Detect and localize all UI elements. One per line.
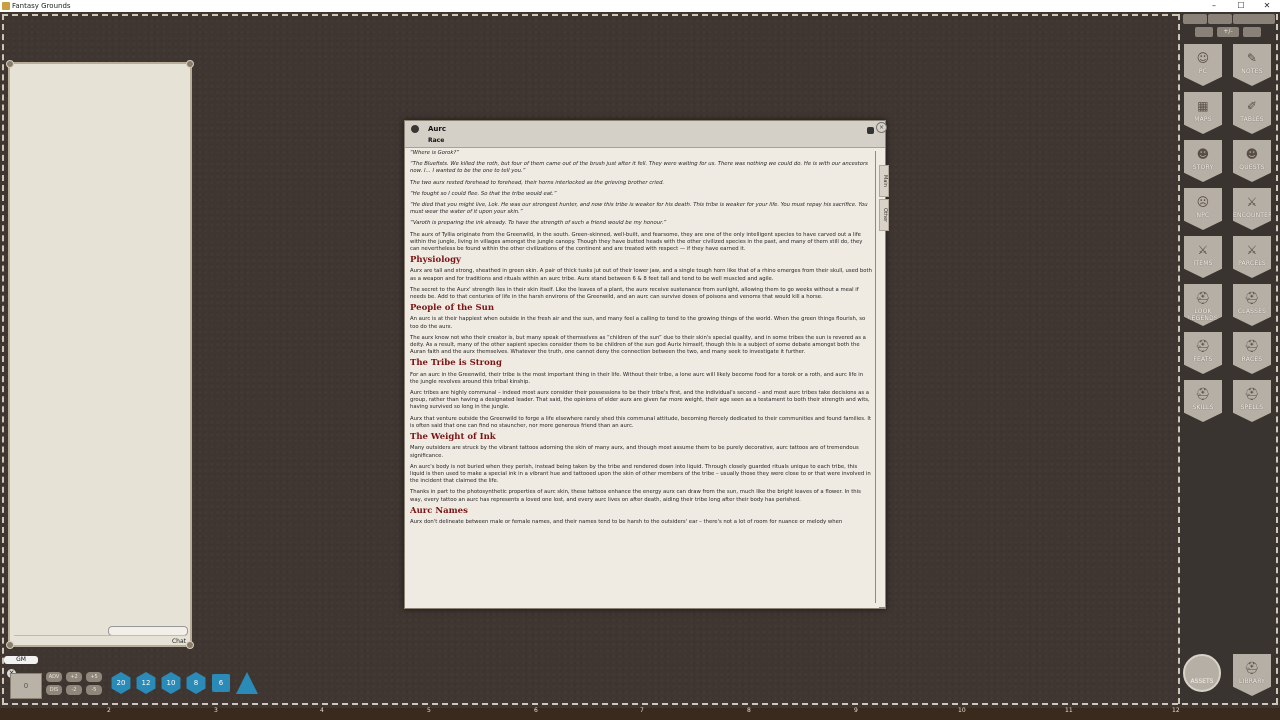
stitch-border-left xyxy=(2,14,4,704)
helmet-icon: ⛑ xyxy=(1195,387,1211,401)
ruler-number: 12 xyxy=(1172,707,1180,714)
section-paragraph: Thanks in part to the photosynthetic pro… xyxy=(410,489,861,503)
plus-five-button[interactable]: +5 xyxy=(86,672,102,682)
items-sword-icon: ⚔ xyxy=(1197,243,1209,257)
close-window-button[interactable]: ✕ xyxy=(1256,0,1278,12)
quote-paragraph: “He died that you might live, Lok. He wa… xyxy=(410,202,868,216)
scrollbar[interactable] xyxy=(875,151,876,603)
section-paragraph: Aurx are tall and strong, sheathed in gr… xyxy=(410,268,872,282)
tab-main[interactable]: Main xyxy=(879,165,889,197)
quote-paragraph: “Where is Gorok?” xyxy=(410,150,460,156)
ruler-number: 9 xyxy=(854,707,858,714)
tool-icon[interactable] xyxy=(1208,14,1232,24)
tables-icon: ✐ xyxy=(1246,99,1258,113)
ruler-number: 6 xyxy=(534,707,538,714)
race-record-window[interactable]: Aurc Race × Main Other “Where is Gorok?”… xyxy=(404,120,889,609)
stitch-border-top xyxy=(2,14,1178,16)
ruler-number: 7 xyxy=(640,707,644,714)
assets-button[interactable]: ASSETS xyxy=(1183,654,1221,692)
npc-icon: ☹ xyxy=(1196,195,1210,209)
section-paragraph: Aurx don't delineate between male or fem… xyxy=(410,518,843,525)
section-heading: The Tribe is Strong xyxy=(410,358,502,369)
modifier-box[interactable]: 0 xyxy=(10,673,42,699)
modifier-toggle-button[interactable]: +/- xyxy=(1217,27,1239,37)
record-text: “Where is Gorok?” “The Bluefists. We kil… xyxy=(410,150,872,602)
gm-identity-tag[interactable]: GM xyxy=(4,656,38,664)
story-masks-icon: ☻ xyxy=(1196,147,1210,161)
ruler-number: 11 xyxy=(1065,707,1073,714)
advantage-button[interactable]: ADV xyxy=(46,672,62,682)
chat-corner-icon xyxy=(6,60,14,68)
quote-paragraph: “The Bluefists. We killed the roth, but … xyxy=(410,161,868,175)
section-paragraph: For an aurc in the Greenwild, their trib… xyxy=(410,371,864,385)
pc-icon: ☺ xyxy=(1196,51,1210,65)
window-title: Fantasy Grounds xyxy=(12,2,71,10)
close-icon[interactable]: × xyxy=(876,122,887,133)
minus-five-button[interactable]: -5 xyxy=(86,685,102,695)
helmet-icon: ⛑ xyxy=(1244,387,1260,401)
helmet-icon: ⛑ xyxy=(1195,291,1211,305)
section-paragraph: An aurc is at their happiest when outsid… xyxy=(410,316,866,330)
maps-icon: ▦ xyxy=(1197,99,1209,113)
chat-mode-label[interactable]: Chat xyxy=(14,635,186,647)
quote-paragraph: The two aurx rested forehead to forehead… xyxy=(410,179,665,186)
section-heading: People of the Sun xyxy=(410,303,495,314)
maximize-button[interactable]: ☐ xyxy=(1230,0,1252,12)
ruler-number: 8 xyxy=(747,707,751,714)
chat-corner-icon xyxy=(6,641,14,649)
ruler-number: 2 xyxy=(107,707,111,714)
chat-corner-icon xyxy=(186,641,194,649)
link-icon[interactable] xyxy=(411,125,419,133)
minimize-button[interactable]: – xyxy=(1203,0,1225,12)
chat-corner-icon xyxy=(186,60,194,68)
stitch-border-bottom xyxy=(2,703,1278,705)
resize-handle[interactable] xyxy=(879,601,886,608)
quests-masks-icon: ☻ xyxy=(1245,147,1259,161)
record-header: Aurc Race × xyxy=(405,121,887,148)
chat-window[interactable] xyxy=(6,60,194,649)
window-titlebar: Fantasy Grounds – ☐ ✕ xyxy=(0,0,1280,12)
minus-two-button[interactable]: -2 xyxy=(66,685,82,695)
section-paragraph: An aurc's body is not buried when they p… xyxy=(410,463,871,485)
stitch-border-right xyxy=(1178,14,1180,704)
record-type: Race xyxy=(428,137,445,144)
ruler-number: 3 xyxy=(214,707,218,714)
tool-icon[interactable] xyxy=(1183,14,1207,24)
quote-paragraph: “Varoth is preparing the ink already. To… xyxy=(410,220,667,227)
section-paragraph: The secret to the Aurx' strength lies in… xyxy=(410,286,859,301)
section-heading: The Weight of Ink xyxy=(410,432,496,443)
intro-paragraph: The aurx of Tyllia originate from the Gr… xyxy=(410,231,863,253)
library-icon: ⛑ xyxy=(1244,661,1260,675)
d6-die-icon[interactable]: 6 xyxy=(212,674,230,692)
section-paragraph: Aurx that venture outside the Greenwild … xyxy=(410,415,872,429)
lock-icon[interactable] xyxy=(867,127,874,134)
tool-icon[interactable] xyxy=(1243,27,1261,37)
notes-icon: ✎ xyxy=(1246,51,1258,65)
encounters-icon: ⚔ xyxy=(1246,195,1258,209)
section-heading: Physiology xyxy=(410,255,461,266)
parcels-icon: ⚔ xyxy=(1246,243,1258,257)
ruler-number: 5 xyxy=(427,707,431,714)
plus-two-button[interactable]: +2 xyxy=(66,672,82,682)
bottom-ruler: 2 3 4 5 6 7 8 9 10 11 12 xyxy=(0,707,1280,720)
ruler-number: 10 xyxy=(958,707,966,714)
stitch-border-far-right xyxy=(1276,14,1278,704)
options-gear-icon[interactable] xyxy=(1195,27,1213,37)
disadvantage-button[interactable]: DIS xyxy=(46,685,62,695)
section-heading: Aurc Names xyxy=(410,505,468,516)
section-paragraph: The aurx know not who their creator is, … xyxy=(410,334,866,356)
helmet-icon: ⛑ xyxy=(1244,339,1260,353)
tool-icon[interactable] xyxy=(1255,14,1275,24)
tab-other[interactable]: Other xyxy=(879,199,889,231)
section-paragraph: Many outsiders are struck by the vibrant… xyxy=(410,445,859,459)
ruler-number: 4 xyxy=(320,707,324,714)
section-paragraph: Aurc tribes are highly communal – indeed… xyxy=(410,390,870,411)
app-icon xyxy=(2,2,10,10)
quote-paragraph: “He fought so I could flee. So that the … xyxy=(410,190,557,197)
record-name[interactable]: Aurc xyxy=(428,125,446,133)
helmet-icon: ⛑ xyxy=(1195,339,1211,353)
tool-icon[interactable] xyxy=(1233,14,1257,24)
helmet-icon: ⛑ xyxy=(1244,291,1260,305)
